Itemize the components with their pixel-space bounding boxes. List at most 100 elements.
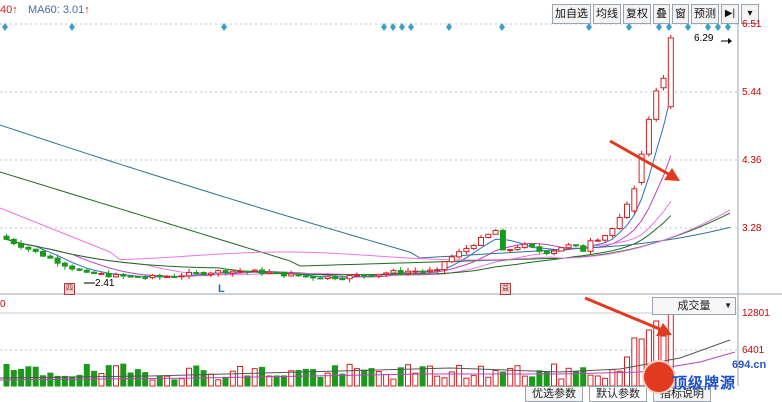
candle-up xyxy=(463,247,470,253)
candle-down xyxy=(543,250,550,255)
chevron-down-icon: ▼ xyxy=(724,301,732,310)
candle-up xyxy=(186,271,192,277)
candle-up xyxy=(324,276,331,280)
volume-bar xyxy=(215,379,222,387)
volume-bar xyxy=(32,366,39,387)
candle-up xyxy=(478,237,484,246)
add-watchlist-button[interactable]: 加自选 xyxy=(552,4,591,24)
candle-down xyxy=(193,271,200,274)
volume-bar xyxy=(164,375,171,387)
volume-bar xyxy=(594,375,601,387)
price-axis-label: 6.51 xyxy=(742,19,762,30)
volume-bar xyxy=(339,373,346,387)
volume-bar xyxy=(565,367,572,387)
price-axis-label: 3.28 xyxy=(742,223,762,234)
volume-bar xyxy=(237,365,244,387)
candle-up xyxy=(514,246,521,251)
candle-up xyxy=(383,272,390,275)
candle-up xyxy=(251,269,258,272)
candle-up xyxy=(434,269,441,272)
candle-down xyxy=(3,235,10,240)
candle-down xyxy=(91,271,98,274)
volume-bar xyxy=(186,367,192,387)
volume-bar xyxy=(529,376,536,387)
forecast-button[interactable]: 预测 xyxy=(691,4,719,24)
volume-bar xyxy=(207,373,214,387)
candle-up xyxy=(521,243,528,248)
candle-down xyxy=(47,255,54,259)
candle-down xyxy=(244,270,251,273)
volume-bar xyxy=(156,375,163,387)
candle-down xyxy=(295,273,302,277)
candle-down xyxy=(536,246,543,252)
indicator-select[interactable]: 成交量 ▼ xyxy=(652,297,736,315)
high-price-label: 6.29 xyxy=(694,33,714,44)
candle-down xyxy=(105,272,112,278)
candle-up xyxy=(616,216,623,230)
candle-down xyxy=(529,243,536,248)
candle-up xyxy=(470,244,477,249)
candle-up xyxy=(507,249,514,252)
volume-bar xyxy=(69,376,76,387)
volume-bar xyxy=(273,375,280,387)
window-button[interactable]: 窗 xyxy=(672,4,689,24)
volume-bar xyxy=(295,369,302,387)
stock-chart xyxy=(0,18,782,387)
volume-bar xyxy=(631,337,638,387)
volume-bar xyxy=(134,369,141,387)
candle-down xyxy=(156,274,163,278)
volume-bar xyxy=(120,363,127,387)
candle-up xyxy=(660,77,667,89)
volume-bar xyxy=(149,379,156,387)
volume-bar xyxy=(178,378,185,387)
candle-down xyxy=(368,275,375,278)
volume-bar xyxy=(171,379,178,387)
candle-up xyxy=(587,240,594,252)
volume-bar xyxy=(113,365,119,387)
candle-down xyxy=(76,268,83,271)
volume-bar xyxy=(193,365,200,387)
candle-up xyxy=(288,273,295,277)
volume-bar xyxy=(492,369,499,387)
volume-axis-label: 12801 xyxy=(742,308,770,319)
candle-up xyxy=(492,229,499,235)
volume-bar xyxy=(419,366,426,387)
volume-bar xyxy=(54,375,61,387)
volume-bar xyxy=(602,377,609,387)
candle-up xyxy=(631,188,638,212)
candle-up xyxy=(624,203,630,218)
chart-toolbar: 加自选 均线 复权 叠 窗 预测 ▶| ▾ xyxy=(552,4,759,24)
volume-bar xyxy=(324,372,331,387)
moving-average-button[interactable]: 均线 xyxy=(593,4,621,24)
volume-bar xyxy=(507,367,514,387)
candle-up xyxy=(229,270,236,274)
volume-bar xyxy=(361,369,368,387)
l-marker: L xyxy=(218,283,225,295)
volume-bar xyxy=(536,370,543,387)
ma60-legend-item: MA60: 3.01↑ xyxy=(28,4,90,16)
volume-bar xyxy=(368,368,375,387)
candle-down xyxy=(25,246,32,250)
volume-bar xyxy=(463,377,470,387)
candle-up xyxy=(215,270,222,274)
candle-down xyxy=(142,276,149,279)
candle-up xyxy=(667,37,674,108)
skip-forward-icon[interactable]: ▶| xyxy=(721,4,739,24)
volume-bar xyxy=(558,378,565,387)
volume-bar xyxy=(142,372,149,387)
candle-down xyxy=(259,269,265,274)
candle-down xyxy=(419,270,426,273)
volume-bar xyxy=(616,370,623,387)
volume-bar xyxy=(470,375,477,387)
event-box-marker: 益 xyxy=(500,283,511,295)
candle-up xyxy=(441,261,448,271)
volume-bar xyxy=(83,364,90,387)
ma-legend-item: 40↑ xyxy=(0,4,18,16)
candle-down xyxy=(310,275,317,279)
overlay-button[interactable]: 叠 xyxy=(653,4,670,24)
volume-bar xyxy=(375,371,382,387)
candle-up xyxy=(485,233,492,239)
candle-up xyxy=(645,118,652,155)
candle-up xyxy=(375,273,382,277)
adjust-price-button[interactable]: 复权 xyxy=(623,4,651,24)
